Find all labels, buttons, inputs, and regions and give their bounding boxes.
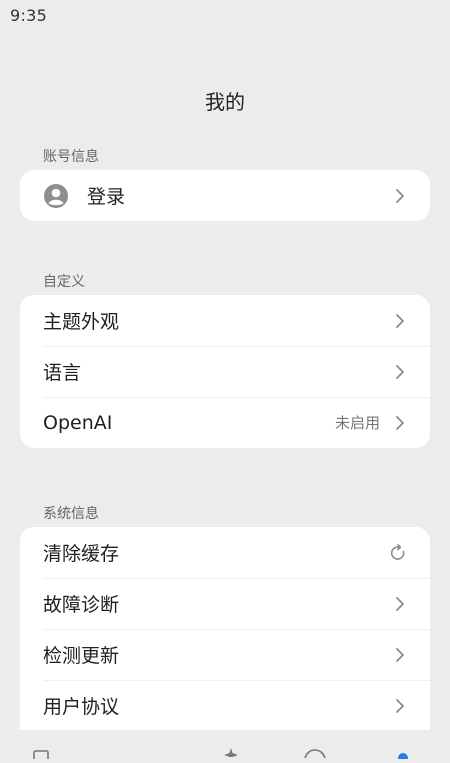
bookmark-icon[interactable] (32, 744, 50, 763)
diagnostics-label: 故障诊断 (43, 594, 120, 616)
account-card: 登录 (20, 170, 430, 221)
system-card: 清除缓存 故障诊断 检测更新 用户协议 (20, 527, 430, 737)
section-label-customize: 自定义 (43, 274, 85, 290)
login-label: 登录 (87, 186, 126, 208)
login-row[interactable]: 登录 (20, 170, 430, 221)
section-label-account: 账号信息 (43, 149, 99, 165)
openai-row[interactable]: OpenAI 未启用 (20, 397, 430, 448)
chevron-right-icon (392, 698, 408, 714)
clear-cache-label: 清除缓存 (43, 543, 120, 565)
check-update-label: 检测更新 (43, 645, 120, 667)
theme-appearance-label: 主题外观 (43, 311, 120, 333)
check-update-row[interactable]: 检测更新 (20, 629, 430, 680)
user-agreement-row[interactable]: 用户协议 (20, 680, 430, 731)
user-avatar-icon (43, 183, 69, 209)
chevron-right-icon (392, 364, 408, 380)
chevron-right-icon (392, 415, 408, 431)
language-label: 语言 (43, 362, 82, 384)
chevron-right-icon (392, 188, 408, 204)
compass-icon[interactable] (303, 743, 327, 763)
clear-cache-row[interactable]: 清除缓存 (20, 527, 430, 578)
openai-status: 未启用 (334, 414, 380, 432)
sparkle-icon[interactable] (222, 742, 240, 761)
bottom-tab-bar (0, 730, 450, 763)
section-label-system: 系统信息 (43, 506, 99, 522)
user-agreement-label: 用户协议 (43, 696, 120, 718)
customize-card: 主题外观 语言 OpenAI 未启用 (20, 295, 430, 448)
profile-tab-icon[interactable] (396, 744, 410, 763)
diagnostics-row[interactable]: 故障诊断 (20, 578, 430, 629)
page-title: 我的 (205, 90, 245, 114)
refresh-icon (388, 543, 408, 563)
chevron-right-icon (392, 647, 408, 663)
chevron-right-icon (392, 313, 408, 329)
chevron-right-icon (392, 596, 408, 612)
openai-label: OpenAI (43, 411, 113, 434)
language-row[interactable]: 语言 (20, 346, 430, 397)
theme-appearance-row[interactable]: 主题外观 (20, 295, 430, 346)
status-bar-time: 9:35 (10, 6, 48, 25)
